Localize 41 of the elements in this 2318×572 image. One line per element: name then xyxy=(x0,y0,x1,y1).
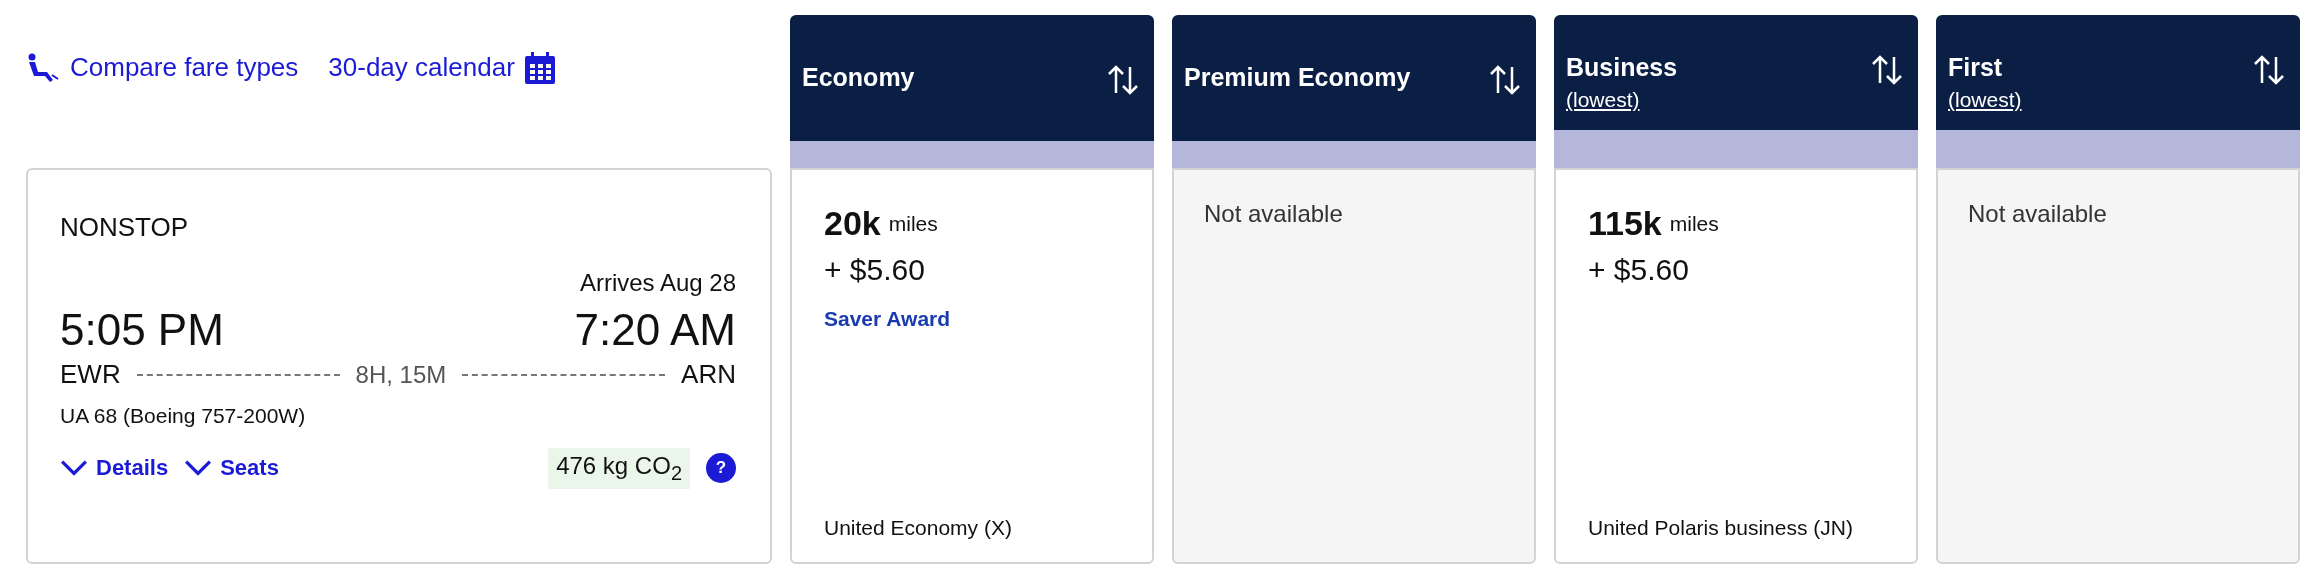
fare-card[interactable]: 20k miles + $5.60 Saver Award United Economy (X) xyxy=(790,168,1154,564)
unavailable-note: Not available xyxy=(1968,200,2108,228)
sort-icon[interactable] xyxy=(1106,63,1140,97)
cabin-class: United Polaris business (JN) xyxy=(1588,516,1854,540)
flight-number: UA 68 (Boeing 757-200W) xyxy=(60,404,306,428)
fare-price: + $5.60 xyxy=(1588,253,1689,287)
cabin-title: Economy xyxy=(802,63,915,92)
sort-icon[interactable] xyxy=(2252,53,2286,87)
flight-duration: 8H, 15M xyxy=(355,360,447,389)
arrival-date: Arrives Aug 28 xyxy=(579,269,736,297)
emissions-label: 476 kg CO$_{2}$ xyxy=(548,448,690,489)
miles-unit: miles xyxy=(888,211,938,236)
chevron-down-icon xyxy=(60,459,88,478)
miles-unit: miles xyxy=(1669,211,1719,236)
expand-toggle[interactable]: Details xyxy=(60,455,169,482)
sort-icon[interactable] xyxy=(1488,63,1522,97)
help-button[interactable]: ? xyxy=(706,453,736,484)
seat-icon xyxy=(26,52,60,83)
unavailable-note: Not available xyxy=(1204,200,1344,228)
lowest-link[interactable]: (lowest) xyxy=(1566,88,1678,112)
arrival-time: 7:20 AM xyxy=(574,305,736,355)
cabin-class: United Economy (X) xyxy=(824,516,1013,540)
cabin-title: Premium Economy xyxy=(1184,63,1411,92)
fare-price: + $5.60 xyxy=(824,253,925,287)
calendar-icon xyxy=(524,51,555,84)
departure-time: 5:05 PM xyxy=(60,305,224,355)
chevron-down-icon xyxy=(184,459,213,478)
origin-code: EWR xyxy=(60,359,121,390)
destination-code: ARN xyxy=(681,359,736,390)
cabin-title: First xyxy=(1948,53,2004,82)
lowest-link[interactable]: (lowest) xyxy=(1948,88,2022,112)
expand-toggle[interactable]: Seats xyxy=(184,455,279,482)
award-link[interactable]: Saver Award xyxy=(824,307,1120,331)
fare-card[interactable]: 115k miles + $5.60 United Polaris business (JN) xyxy=(1554,168,1918,564)
miles-amount: 20k xyxy=(824,204,881,243)
calendar-link[interactable]: 30-day calendar xyxy=(328,51,555,84)
miles-amount: 115k xyxy=(1588,204,1662,243)
stops-label: NONSTOP xyxy=(60,212,190,243)
sort-icon[interactable] xyxy=(1870,53,1904,87)
cabin-title: Business xyxy=(1566,53,1678,82)
compare-link[interactable]: Compare fare types xyxy=(26,52,299,83)
